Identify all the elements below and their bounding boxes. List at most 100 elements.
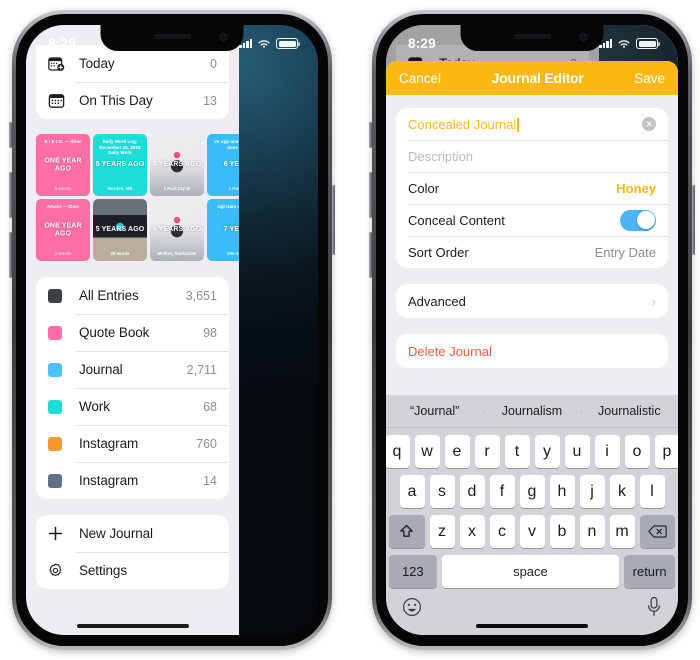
conceal-content-row[interactable]: Conceal Content [396, 204, 668, 236]
volume-down-button[interactable] [9, 232, 12, 278]
key-e[interactable]: e [444, 435, 470, 468]
power-button[interactable] [692, 185, 695, 255]
sort-order-value: Entry Date [594, 244, 656, 260]
sidebar-item-all-entries[interactable]: All Entries 3,651 [36, 277, 229, 314]
memory-card-footer: 206-45 [227, 251, 239, 256]
suggestion-0[interactable]: “Journal” [386, 404, 483, 418]
key-c[interactable]: c [489, 515, 515, 548]
power-button[interactable] [332, 185, 335, 255]
key-p[interactable]: p [654, 435, 678, 468]
cancel-button[interactable]: Cancel [399, 71, 441, 86]
memory-cards-grid[interactable]: E I E I O. — Shae ONE YEAR AGO 6 words D… [36, 134, 239, 261]
journal-color-swatch [48, 473, 62, 488]
toggle-knob [636, 211, 655, 229]
memory-card[interactable]: Amani — Shae ONE YEAR AGO 2 words [36, 199, 90, 261]
front-camera [219, 33, 228, 41]
key-d[interactable]: d [459, 475, 485, 508]
microphone-icon[interactable] [646, 596, 662, 617]
key-s[interactable]: s [429, 475, 455, 508]
memory-card-age: 7 YEA [223, 226, 239, 234]
key-t[interactable]: t [504, 435, 530, 468]
memory-card[interactable]: Ugl Gam #daily 7 YEA 206-45 [207, 199, 239, 261]
clear-circle-icon[interactable]: ✕ [642, 117, 656, 131]
key-n[interactable]: n [579, 515, 605, 548]
key-v[interactable]: v [519, 515, 545, 548]
key-u[interactable]: u [564, 435, 590, 468]
key-g[interactable]: g [519, 475, 545, 508]
left-phone-device: 8:29 8:29 Today 0 On This Day 13 E I E I… [9, 10, 335, 650]
key-b[interactable]: b [549, 515, 575, 548]
memory-card[interactable]: Ve opp answ agen does t 6 YEA 1 Par [207, 134, 239, 196]
key-j[interactable]: j [579, 475, 605, 508]
memory-card[interactable]: 5 YEARS AGO 28 words [93, 199, 147, 261]
memory-card-footer: 2 words [54, 251, 72, 256]
color-value: Honey [616, 180, 656, 196]
sidebar-item-on-this-day[interactable]: On This Day 13 [36, 82, 229, 119]
volume-down-button[interactable] [369, 232, 372, 278]
sort-order-label: Sort Order [408, 244, 469, 260]
memory-card[interactable]: 6 YEARS AGO 1 Park Cty W [150, 134, 204, 196]
settings-button[interactable]: Settings [36, 552, 229, 589]
save-button[interactable]: Save [634, 71, 665, 86]
key-k[interactable]: k [609, 475, 635, 508]
volume-up-button[interactable] [9, 172, 12, 218]
delete-journal-label: Delete Journal [408, 343, 492, 359]
silent-switch[interactable] [9, 122, 12, 148]
memory-card-age: 6 YEARS AGO [152, 226, 202, 234]
earpiece-speaker [153, 34, 191, 39]
sidebar-item-quote-book[interactable]: Quote Book 98 [36, 314, 229, 351]
sidebar-item-work[interactable]: Work 68 [36, 388, 229, 425]
backspace-icon[interactable] [639, 515, 675, 548]
key-o[interactable]: o [624, 435, 650, 468]
key-f[interactable]: f [489, 475, 515, 508]
journal-name-field[interactable]: Concealed Journal ✕ [396, 108, 668, 140]
new-journal-button[interactable]: New Journal [36, 515, 229, 552]
color-row[interactable]: Color Honey [396, 172, 668, 204]
journal-description-field[interactable]: Description [396, 140, 668, 172]
space-key[interactable]: space [441, 555, 620, 588]
key-i[interactable]: i [594, 435, 620, 468]
key-a[interactable]: a [399, 475, 425, 508]
left-phone-bezel: 8:29 8:29 Today 0 On This Day 13 E I E I… [16, 14, 328, 646]
key-q[interactable]: q [386, 435, 410, 468]
calendar-add-icon [48, 56, 70, 72]
actions-card: New Journal Settings [36, 515, 229, 589]
keyboard-row-3: z x c v b n m [386, 515, 678, 548]
key-l[interactable]: l [639, 475, 665, 508]
sidebar-item-instagram-14[interactable]: Instagram 14 [36, 462, 229, 499]
volume-up-button[interactable] [369, 172, 372, 218]
sidebar-scroll[interactable]: Today 0 On This Day 13 E I E I O. — Shae… [26, 45, 239, 635]
key-x[interactable]: x [459, 515, 485, 548]
home-indicator[interactable] [76, 624, 189, 628]
journal-form: Concealed Journal ✕ Description Color Ho… [386, 95, 678, 368]
suggestion-1[interactable]: Journalism [483, 404, 580, 418]
numbers-key[interactable]: 123 [389, 555, 437, 588]
keyboard-row-4: 123 space return [386, 555, 678, 588]
journal-name-value: Concealed Journal [408, 116, 517, 132]
memory-card[interactable]: Daily Work Log: December 20, 2016 Daily … [93, 134, 147, 196]
key-h[interactable]: h [549, 475, 575, 508]
calendar-icon [48, 93, 70, 109]
delete-journal-row[interactable]: Delete Journal [396, 334, 668, 368]
memory-card[interactable]: E I E I O. — Shae ONE YEAR AGO 6 words [36, 134, 90, 196]
memory-card[interactable]: 6 YEARS AGO Melfort, Saskatche [150, 199, 204, 261]
sidebar-item-instagram-760[interactable]: Instagram 760 [36, 425, 229, 462]
emoji-icon[interactable] [402, 597, 422, 617]
key-z[interactable]: z [429, 515, 455, 548]
key-m[interactable]: m [609, 515, 635, 548]
key-w[interactable]: w [414, 435, 440, 468]
advanced-row[interactable]: Advanced › [396, 284, 668, 318]
right-phone-bezel: Today 0 8:29 [376, 14, 688, 646]
key-r[interactable]: r [474, 435, 500, 468]
return-key[interactable]: return [624, 555, 676, 588]
suggestion-2[interactable]: Journalistic [580, 404, 678, 418]
sidebar-item-journal[interactable]: Journal 2,711 [36, 351, 229, 388]
journal-label: Journal [79, 362, 123, 377]
key-y[interactable]: y [534, 435, 560, 468]
home-indicator[interactable] [476, 624, 588, 628]
conceal-content-toggle[interactable] [620, 209, 656, 231]
shift-icon[interactable] [389, 515, 425, 548]
sort-order-row[interactable]: Sort Order Entry Date [396, 236, 668, 268]
keyboard-bottom-bar [386, 588, 678, 617]
silent-switch[interactable] [369, 122, 372, 148]
